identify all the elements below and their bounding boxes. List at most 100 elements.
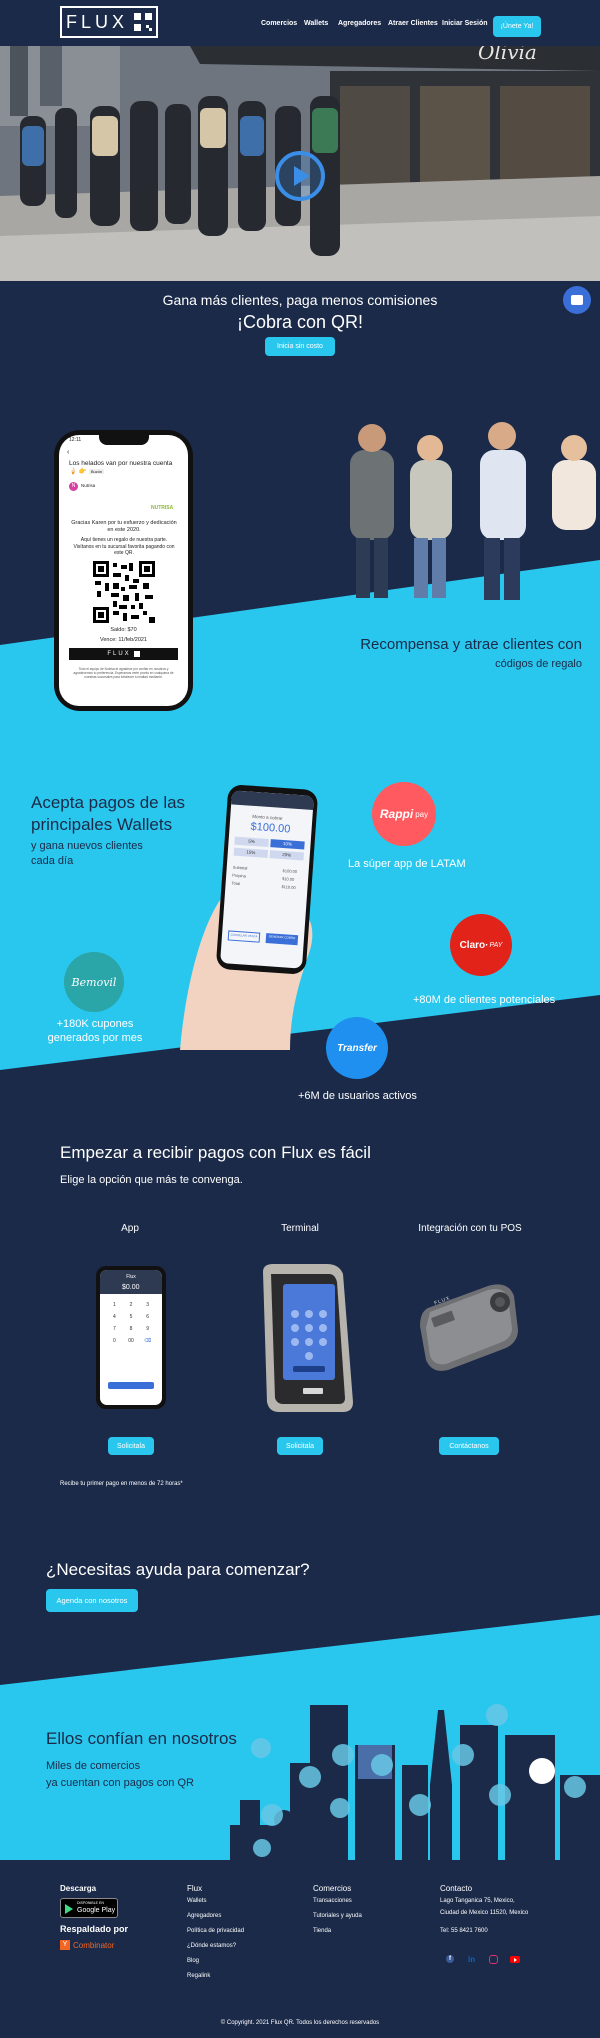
transfer-wordmark: Transfer — [337, 1042, 377, 1054]
keypad-key[interactable]: 9 — [139, 1326, 156, 1332]
footer-link[interactable]: Agregadores — [187, 1913, 221, 1919]
summary-value: $10.00 — [281, 876, 295, 882]
rappi-caption: La súper app de LATAM — [348, 858, 466, 870]
flux-footer-wordmark: FLUX — [107, 651, 131, 657]
google-play-small-text: DISPONIBLE EN — [77, 1901, 104, 1905]
keypad-key[interactable]: 7 — [106, 1326, 123, 1332]
email-gift-text: Aquí tienes un regalo de nuestra parte. … — [73, 537, 175, 556]
youtube-icon[interactable] — [510, 1956, 520, 1963]
footer-flux-title: Flux — [187, 1884, 203, 1893]
nav-wallets[interactable]: Wallets — [304, 20, 328, 27]
keypad-key[interactable]: 0 — [106, 1338, 123, 1344]
nav-comercios[interactable]: Comercios — [261, 20, 297, 27]
pos-integration-device-image — [420, 1284, 518, 1371]
google-play-badge[interactable]: DISPONIBLE EN Google Play — [60, 1898, 118, 1918]
qr-mini-icon — [133, 651, 140, 657]
cancel-sale-button[interactable]: CANCELAR VENTA — [227, 930, 261, 943]
app-amount: $0.00 — [122, 1284, 140, 1291]
start-subheading: Elige la opción que más te convenga. — [60, 1174, 243, 1186]
pos-app-bar — [231, 790, 314, 811]
join-button[interactable]: ¡Únete Ya! — [493, 16, 541, 37]
footer-link[interactable]: Tienda — [313, 1928, 331, 1934]
rewards-subheading: códigos de regalo — [495, 658, 582, 670]
footer-backed-title: Respaldado por — [60, 1924, 129, 1934]
app-header-title: Flux — [126, 1274, 136, 1280]
claro-pay-logo: Claro· PAY — [450, 914, 512, 976]
footer-address-2: Ciudad de Mexico 11520, Mexico — [440, 1910, 529, 1916]
phone-mockup: 12:11 ‹ Los helados van por nuestra cuen… — [54, 430, 193, 711]
wallets-heading-1: Acepta pagos de las — [31, 793, 186, 812]
keypad-key[interactable]: 6 — [139, 1314, 156, 1320]
footer-link[interactable]: Blog — [187, 1958, 199, 1964]
claro-wordmark: Claro· — [459, 939, 489, 951]
flux-logo[interactable]: FLUX — [60, 6, 158, 38]
keypad-key[interactable]: 3 — [139, 1302, 156, 1308]
chat-widget-button[interactable] — [563, 286, 591, 314]
nav-agregadores[interactable]: Agregadores — [338, 20, 381, 27]
footer-address-1: Lago Tanganica 75, Mexico, — [440, 1898, 515, 1904]
request-app-button[interactable]: Solicitala — [108, 1437, 154, 1455]
schedule-button[interactable]: Agenda con nosotros — [46, 1589, 138, 1612]
keypad-key[interactable]: 4 — [106, 1314, 123, 1320]
contact-us-button[interactable]: Contáctanos — [439, 1437, 499, 1455]
option-terminal-title: Terminal — [281, 1223, 319, 1234]
rewards-heading: Recompensa y atrae clientes con — [360, 636, 582, 653]
nutrisa-logo: NUTRISA — [151, 505, 174, 511]
start-heading: Empezar a recibir pagos con Flux es fáci… — [60, 1143, 371, 1162]
tip-option[interactable]: 15% — [233, 847, 269, 858]
start-free-button[interactable]: Inicia sin costo — [265, 337, 335, 356]
back-arrow-icon: ‹ — [67, 449, 70, 456]
request-terminal-button[interactable]: Solicitala — [277, 1437, 323, 1455]
footer-download-title: Descarga — [60, 1884, 97, 1893]
pos-phone-mockup: Monto a cobrar $100.00 5% 10% 15% 20% Su… — [215, 784, 319, 975]
footer-link[interactable]: ¿Dónde estamos? — [187, 1943, 236, 1949]
tip-option[interactable]: 20% — [269, 850, 304, 861]
pos-amount: $100.00 — [250, 820, 291, 836]
footer-link[interactable]: Tutoriales y ayuda — [313, 1913, 362, 1919]
linkedin-icon[interactable]: in — [468, 1955, 475, 1964]
footer-link[interactable]: Transacciones — [313, 1898, 352, 1904]
footer-commerce-title: Comercios — [313, 1884, 352, 1893]
app-keypad: 1 2 3 4 5 6 7 8 9 0 00 ⌫ — [106, 1302, 156, 1344]
keypad-key[interactable]: 5 — [123, 1314, 140, 1320]
footer-link[interactable]: Wallets — [187, 1898, 206, 1904]
phone-time: 12:11 — [69, 437, 82, 443]
backspace-key[interactable]: ⌫ — [139, 1338, 156, 1344]
generate-charge-button[interactable]: GENERAR COBRO — [265, 933, 299, 946]
claro-caption: +80M de clientes potenciales — [413, 994, 556, 1006]
storefront-sign: Olivia — [478, 46, 537, 64]
summary-label: Propina — [232, 872, 247, 879]
footer-link[interactable]: Política de privacidad — [187, 1928, 244, 1934]
hero-video[interactable]: Olivia — [0, 46, 600, 281]
play-icon[interactable] — [275, 151, 325, 201]
email-subject: Los helados van por nuestra cuenta 🍦 👉 B… — [69, 460, 181, 476]
keypad-key[interactable]: 2 — [123, 1302, 140, 1308]
option-app-title: App — [121, 1223, 139, 1234]
ycombinator-label[interactable]: Combinator — [73, 1941, 114, 1950]
payment-terminal-image — [263, 1264, 353, 1412]
keypad-key[interactable]: 8 — [123, 1326, 140, 1332]
keypad-key[interactable]: 1 — [106, 1302, 123, 1308]
gift-expiry: Vence: 11/feb/2021 — [100, 637, 147, 643]
summary-label: Subtotal — [232, 864, 248, 871]
keypad-key[interactable]: 00 — [123, 1338, 140, 1344]
tip-option[interactable]: 5% — [234, 836, 269, 848]
summary-value: $100.00 — [282, 868, 298, 875]
wallets-sub-1: y gana nuevos clientes — [31, 840, 143, 852]
transfer-logo: Transfer — [326, 1017, 388, 1079]
instagram-icon[interactable] — [489, 1955, 498, 1964]
nav-atraer-clientes[interactable]: Atraer Clientes — [388, 20, 438, 27]
tip-option-selected[interactable]: 10% — [270, 839, 305, 850]
app-charge-button[interactable] — [108, 1382, 154, 1389]
qr-logo-icon — [134, 13, 152, 31]
help-heading: ¿Necesitas ayuda para comenzar? — [46, 1560, 310, 1579]
footer-phone[interactable]: Tel: 55 8421 7600 — [440, 1928, 488, 1934]
claro-pay-text: PAY — [489, 941, 503, 949]
nav-iniciar-sesion[interactable]: Iniciar Sesión — [442, 20, 488, 27]
inbox-tag: Buzón — [88, 469, 105, 474]
footer-link[interactable]: Regalink — [187, 1973, 210, 1979]
trust-sub-2: ya cuentan con pagos con QR — [46, 1777, 194, 1789]
option-pos-title: Integración con tu POS — [418, 1223, 522, 1234]
facebook-icon[interactable]: f — [446, 1955, 454, 1963]
wallets-heading-2: principales Wallets — [31, 815, 173, 834]
